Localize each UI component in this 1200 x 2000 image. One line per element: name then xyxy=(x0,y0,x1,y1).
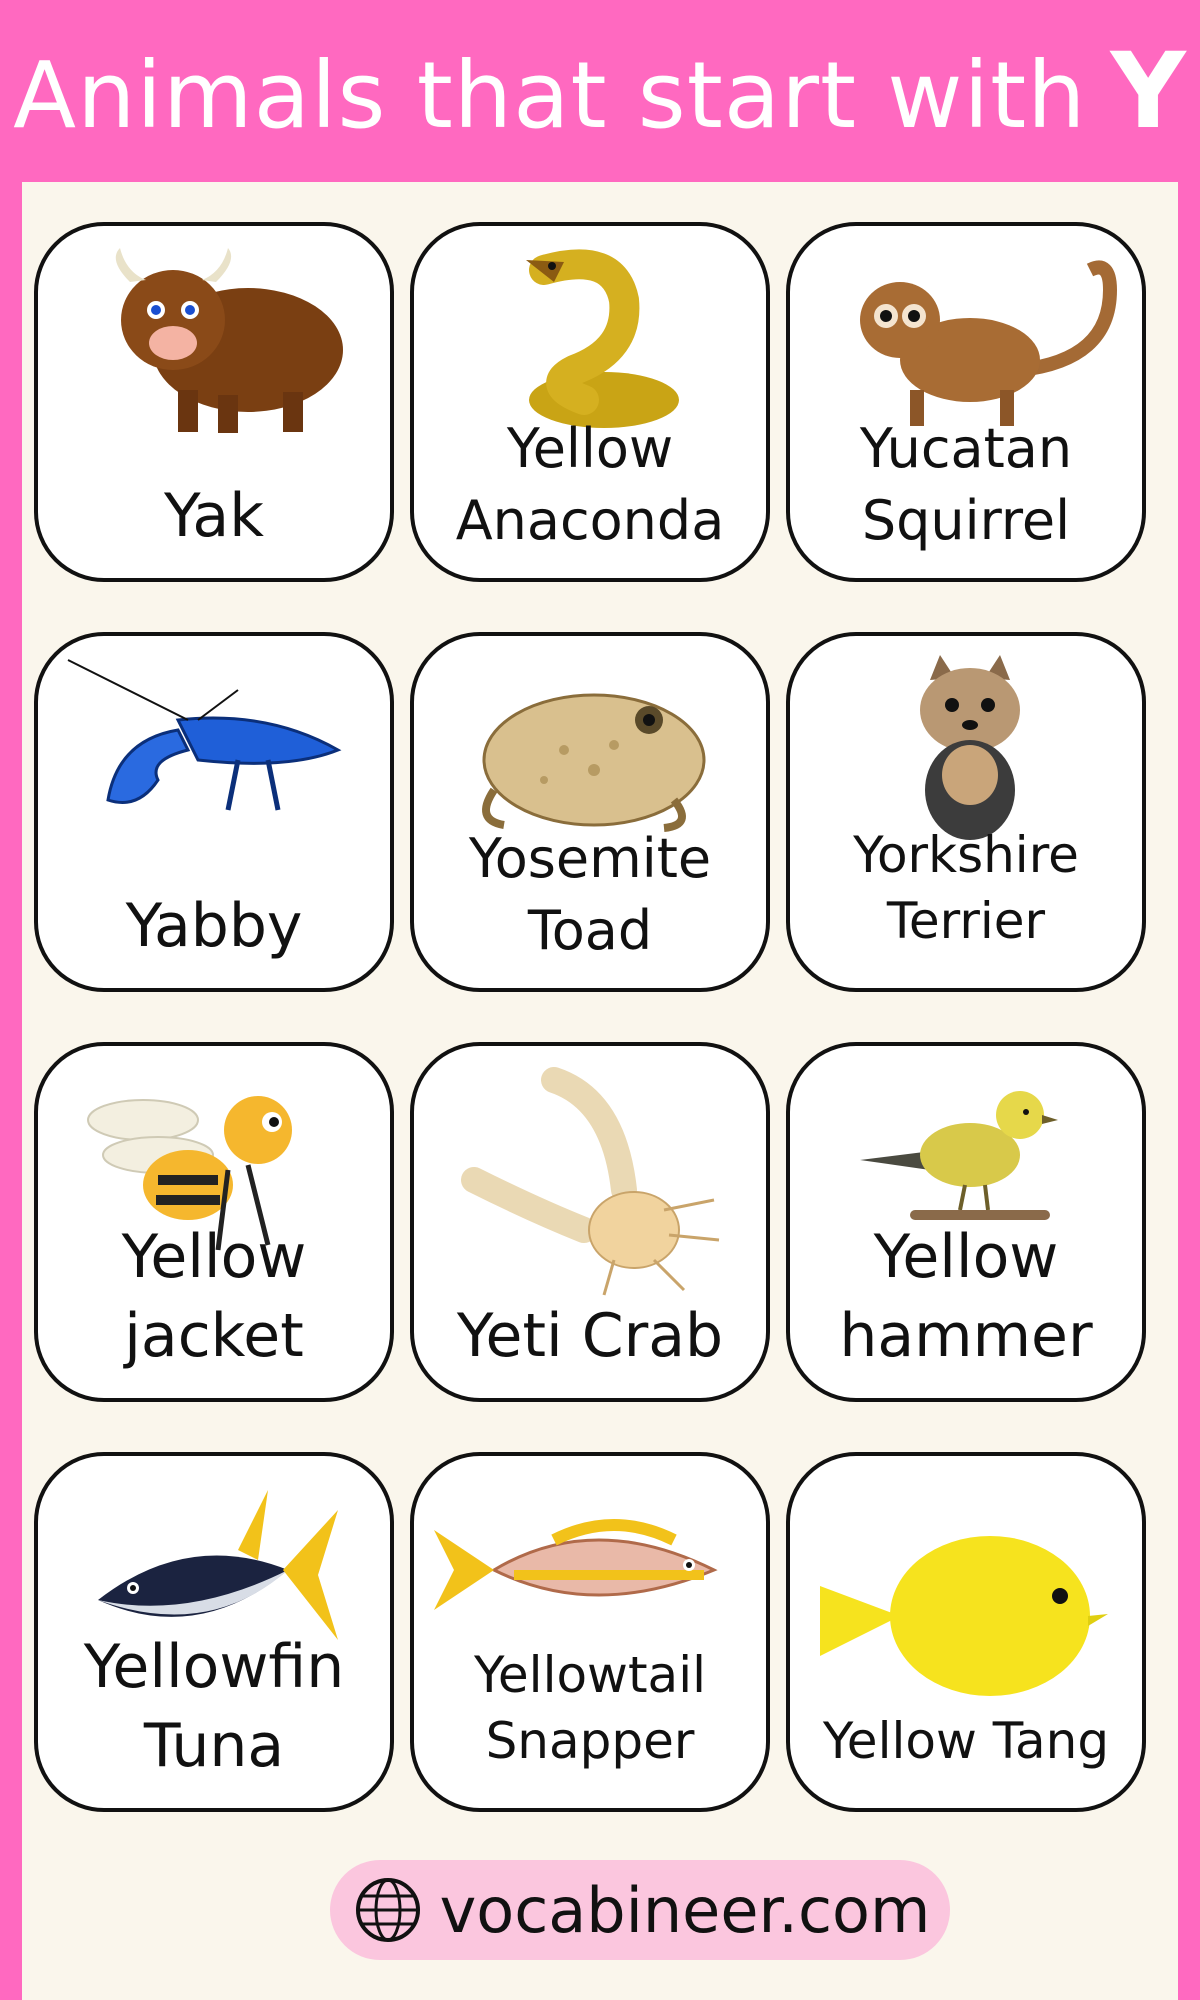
crayfish-icon xyxy=(38,650,390,850)
animal-name-line: Yeti Crab xyxy=(456,1300,724,1371)
website-pill[interactable]: vocabineer.com xyxy=(330,1860,950,1960)
tang-icon xyxy=(790,1496,1142,1716)
animal-name-line: Yellow xyxy=(506,417,674,481)
animal-name-line: hammer xyxy=(839,1300,1093,1371)
animal-card: Yosemite Toad xyxy=(410,632,770,992)
animal-name-line: Yellow Tang xyxy=(822,1712,1110,1770)
animal-name-line: Squirrel xyxy=(861,488,1071,552)
animal-name: Yosemite Toad xyxy=(420,823,760,966)
animal-name: Yeti Crab xyxy=(420,1297,760,1376)
animal-name-line: Tuna xyxy=(143,1710,285,1781)
animal-name-line: Yorkshire xyxy=(853,826,1079,884)
animal-card: Yellowtail Snapper xyxy=(410,1452,770,1812)
animal-card: Yabby xyxy=(34,632,394,992)
animal-card: Yellow jacket xyxy=(34,1042,394,1402)
animal-name: Yellowfin Tuna xyxy=(44,1628,384,1786)
animal-name-line: jacket xyxy=(124,1300,304,1371)
content-panel: Yak Yellow Anaconda Yucatan Squirrel Yab… xyxy=(22,182,1178,2000)
title-letter: Y xyxy=(1110,30,1187,152)
page-title: Animals that start with Y xyxy=(13,30,1187,152)
animal-name: Yellow jacket xyxy=(44,1218,384,1376)
animal-name: Yucatan Squirrel xyxy=(796,413,1136,556)
animal-card: Yucatan Squirrel xyxy=(786,222,1146,582)
animal-name: Yellow Tang xyxy=(796,1708,1136,1774)
animal-name: Yellow Anaconda xyxy=(420,413,760,556)
animal-grid: Yak Yellow Anaconda Yucatan Squirrel Yab… xyxy=(34,222,1166,1812)
animal-name: Yabby xyxy=(44,887,384,966)
animal-name-line: Yucatan xyxy=(859,417,1073,481)
animal-card: Yellow Tang xyxy=(786,1452,1146,1812)
animal-name-line: Yellowtail xyxy=(474,1646,706,1704)
animal-card: Yellowfin Tuna xyxy=(34,1452,394,1812)
animal-name-line: Terrier xyxy=(886,892,1046,950)
animal-name-line: Yosemite xyxy=(468,827,712,891)
animal-card: Yellow hammer xyxy=(786,1042,1146,1402)
animal-name-line: Yellow xyxy=(873,1221,1059,1292)
animal-card: Yellow Anaconda xyxy=(410,222,770,582)
monkey-icon xyxy=(790,240,1142,440)
animal-name: Yellow hammer xyxy=(796,1218,1136,1376)
animal-name-line: Yellow xyxy=(121,1221,307,1292)
animal-name: Yak xyxy=(44,477,384,556)
animal-name-line: Yabby xyxy=(125,890,303,961)
website-url[interactable]: vocabineer.com xyxy=(440,1874,931,1947)
animal-card: Yak xyxy=(34,222,394,582)
snapper-icon xyxy=(414,1470,766,1670)
page-header: Animals that start with Y xyxy=(0,0,1200,182)
animal-name-line: Snapper xyxy=(485,1712,695,1770)
dog-icon xyxy=(790,650,1142,850)
animal-name: Yorkshire Terrier xyxy=(796,822,1136,954)
animal-card: Yeti Crab xyxy=(410,1042,770,1402)
animal-name-line: Yak xyxy=(164,480,264,551)
globe-icon xyxy=(350,1872,426,1948)
title-text: Animals that start with xyxy=(13,42,1087,149)
toad-icon xyxy=(414,650,766,850)
crab-icon xyxy=(414,1060,766,1300)
anaconda-icon xyxy=(414,240,766,440)
animal-name: Yellowtail Snapper xyxy=(420,1642,760,1774)
animal-name-line: Anaconda xyxy=(455,488,725,552)
animal-card: Yorkshire Terrier xyxy=(786,632,1146,992)
animal-name-line: Toad xyxy=(527,898,653,962)
animal-name-line: Yellowfin xyxy=(83,1631,345,1702)
yak-icon xyxy=(38,240,390,440)
